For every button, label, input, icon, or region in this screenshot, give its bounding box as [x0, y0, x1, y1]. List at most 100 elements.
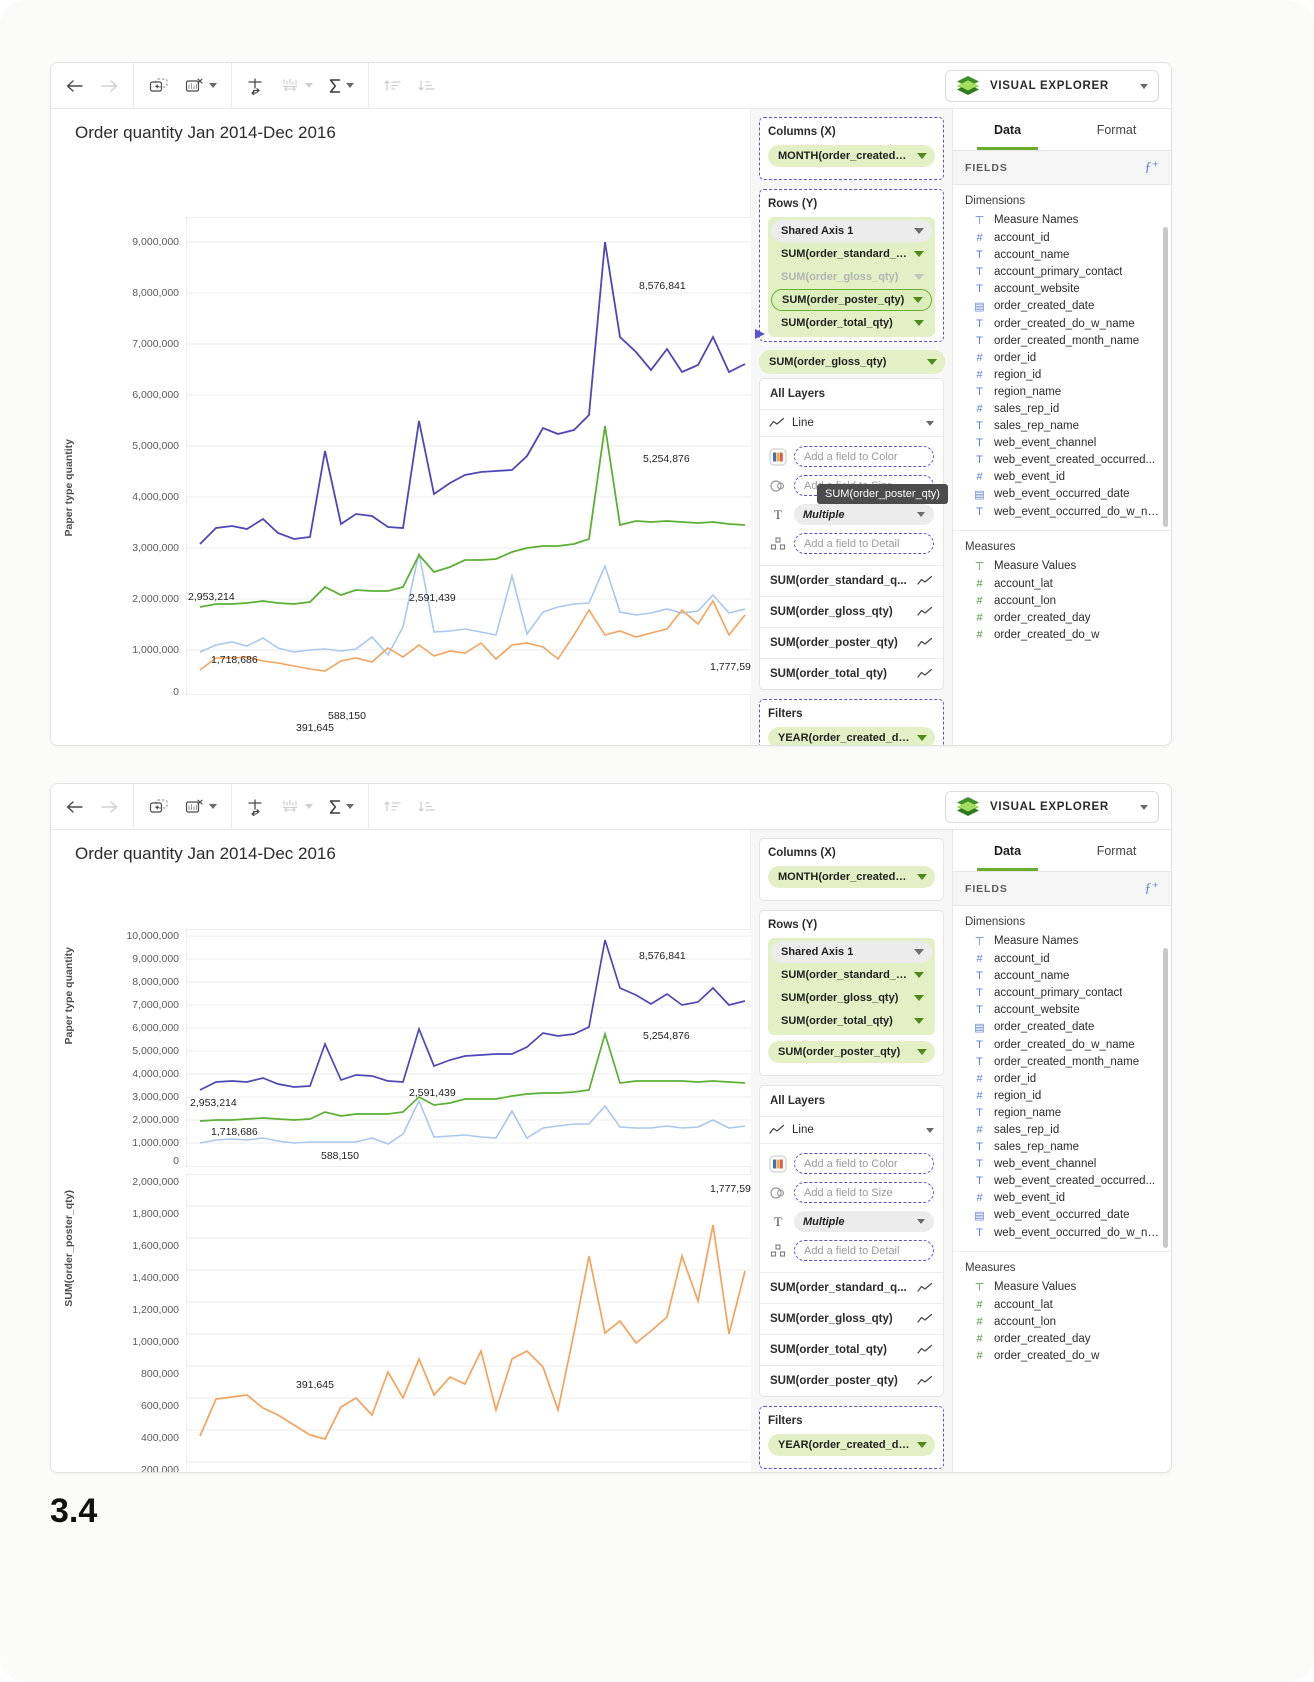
layer-item-standard-qty[interactable]: SUM(order_standard_q... — [760, 1272, 943, 1303]
rows-shelf-title: Rows (Y) — [768, 198, 818, 210]
back-arrow-icon[interactable] — [65, 78, 85, 94]
size-field-slot[interactable]: Add a field to Size — [794, 1182, 934, 1203]
fields-scrollbar[interactable] — [1163, 948, 1168, 1248]
text-field-slot[interactable]: Multiple — [794, 504, 934, 525]
filter-chip-year[interactable]: YEAR(order_created_date) — [768, 1434, 935, 1456]
chevron-down-icon[interactable] — [1140, 804, 1148, 810]
x-tick: Mar 2016 — [619, 745, 631, 746]
fields-panel-2: Data Format FIELDS ƒ⁺ Dimensions ⊤ Measur… — [953, 830, 1171, 1472]
chevron-down-icon[interactable] — [917, 1049, 927, 1055]
layer-item-poster-qty[interactable]: SUM(order_poster_qty) — [760, 1365, 943, 1396]
rows-chip-standard-qty[interactable]: SUM(order_standard_qty) — [771, 964, 932, 986]
rows-shelf-2[interactable]: Rows (Y) Shared Axis 1 SUM(order_standar… — [759, 910, 944, 1076]
rows-chip-poster-qty-separate[interactable]: SUM(order_poster_qty) — [768, 1041, 935, 1063]
sort-ascending-icon — [383, 799, 403, 815]
filters-shelf-1[interactable]: Filters YEAR(order_created_date) — [759, 699, 944, 745]
back-arrow-icon[interactable] — [65, 799, 85, 815]
chevron-down-icon[interactable] — [914, 228, 924, 234]
rows-chip-total-qty[interactable]: SUM(order_total_qty) — [771, 1010, 932, 1032]
tab-format[interactable]: Format — [1062, 109, 1171, 150]
visual-explorer-menu[interactable]: VISUAL EXPLORER — [945, 70, 1159, 102]
chevron-down-icon[interactable] — [917, 1442, 927, 1448]
fields-tabs-2: Data Format — [953, 830, 1171, 872]
chevron-down-icon[interactable] — [346, 804, 354, 809]
field-row: Tregion_name — [953, 1104, 1171, 1121]
chevron-down-icon[interactable] — [1140, 83, 1148, 89]
chevron-down-icon[interactable] — [927, 359, 937, 365]
fields-scrollbar[interactable] — [1163, 227, 1168, 527]
layer-item-gloss-qty[interactable]: SUM(order_gloss_qty) — [760, 596, 943, 627]
field-row: ▤ order_created_date — [974, 1021, 1095, 1034]
swap-axes-icon[interactable] — [246, 798, 266, 816]
text-field-slot[interactable]: Multiple — [794, 1211, 934, 1232]
layer-item-standard-qty[interactable]: SUM(order_standard_q... — [760, 565, 943, 596]
totals-sigma-icon[interactable] — [327, 798, 354, 816]
data-label: 1,777,598 — [710, 661, 757, 673]
chevron-down-icon[interactable] — [926, 1127, 934, 1133]
layer-item-total-qty[interactable]: SUM(order_total_qty) — [760, 658, 943, 689]
columns-chip-month[interactable]: MONTH(order_created_d... — [768, 866, 935, 888]
rows-shelf-1[interactable]: Rows (Y) Shared Axis 1 SUM(order_standar… — [755, 189, 944, 342]
rows-chip-total-qty[interactable]: SUM(order_total_qty) — [771, 312, 932, 334]
y-tick: 800,000 — [141, 1368, 179, 1380]
filter-chip-year[interactable]: YEAR(order_created_date) — [768, 727, 935, 745]
field-row: # region_id — [953, 1087, 1171, 1104]
shared-axis-chip[interactable]: Shared Axis 1 — [771, 941, 932, 963]
dragged-chip-gloss-qty[interactable]: SUM(order_gloss_qty) — [759, 350, 945, 374]
chevron-down-icon[interactable] — [209, 804, 217, 809]
chevron-down-icon[interactable] — [917, 874, 927, 880]
add-calculation-icon[interactable]: ƒ⁺ — [1145, 880, 1159, 897]
add-visual-icon[interactable] — [148, 798, 170, 816]
color-field-slot[interactable]: Add a field to Color — [794, 1153, 934, 1174]
totals-sigma-icon[interactable] — [327, 77, 354, 95]
shared-axis-stack-2[interactable]: Shared Axis 1 SUM(order_standard_qty) SU… — [768, 938, 935, 1035]
chevron-down-icon[interactable] — [917, 735, 927, 741]
rows-chip-poster-qty[interactable]: SUM(order_poster_qty) — [771, 289, 932, 311]
chevron-down-icon[interactable] — [914, 274, 924, 280]
chevron-down-icon[interactable] — [917, 512, 925, 517]
remove-visual-icon[interactable] — [184, 798, 217, 816]
chevron-down-icon[interactable] — [917, 153, 927, 159]
detail-field-slot[interactable]: Add a field to Detail — [794, 1240, 934, 1261]
filters-shelf-2[interactable]: Filters YEAR(order_created_date) — [759, 1406, 944, 1469]
add-visual-icon[interactable] — [148, 77, 170, 95]
dimensions-group-title: Dimensions — [965, 916, 1026, 928]
chevron-down-icon[interactable] — [346, 83, 354, 88]
remove-visual-icon[interactable] — [184, 77, 217, 95]
add-calculation-icon[interactable]: ƒ⁺ — [1145, 159, 1159, 176]
mark-type-selector-2[interactable]: Line — [760, 1117, 943, 1144]
chevron-down-icon[interactable] — [209, 83, 217, 88]
layer-item-gloss-qty[interactable]: SUM(order_gloss_qty) — [760, 1303, 943, 1334]
shared-axis-stack-1[interactable]: Shared Axis 1 SUM(order_standard_qty) SU… — [768, 217, 935, 337]
layer-item-total-qty[interactable]: SUM(order_total_qty) — [760, 1334, 943, 1365]
chevron-down-icon[interactable] — [914, 1018, 924, 1024]
chevron-down-icon[interactable] — [914, 972, 924, 978]
tab-format[interactable]: Format — [1062, 830, 1171, 871]
chevron-down-icon[interactable] — [914, 320, 924, 326]
columns-shelf-2[interactable]: Columns (X) MONTH(order_created_d... — [759, 838, 944, 901]
chevron-down-icon[interactable] — [917, 1219, 925, 1224]
chevron-down-icon[interactable] — [914, 995, 924, 1001]
columns-shelf-1[interactable]: Columns (X) MONTH(order_created_d... — [759, 117, 944, 180]
text-icon: T — [976, 1038, 983, 1051]
chevron-down-icon[interactable] — [914, 251, 924, 257]
tab-data[interactable]: Data — [953, 109, 1062, 150]
layer-item-poster-qty[interactable]: SUM(order_poster_qty) — [760, 627, 943, 658]
fields-list-2[interactable]: Dimensions ⊤ Measure Names # account_id Ta… — [953, 906, 1171, 1464]
rows-chip-gloss-qty[interactable]: SUM(order_gloss_qty) — [771, 987, 932, 1009]
chevron-down-icon[interactable] — [914, 949, 924, 955]
field-row: Tweb_event_channel — [953, 434, 1171, 451]
mark-type-selector-1[interactable]: Line — [760, 410, 943, 437]
rows-chip-gloss-qty-placeholder[interactable]: SUM(order_gloss_qty) — [771, 266, 932, 288]
tab-data[interactable]: Data — [953, 830, 1062, 871]
detail-field-slot[interactable]: Add a field to Detail — [794, 533, 934, 554]
visual-explorer-menu-2[interactable]: VISUAL EXPLORER — [945, 791, 1159, 823]
columns-chip-month[interactable]: MONTH(order_created_d... — [768, 145, 935, 167]
swap-axes-icon[interactable] — [246, 77, 266, 95]
chevron-down-icon[interactable] — [913, 297, 923, 303]
chevron-down-icon[interactable] — [926, 420, 934, 426]
fields-list-1[interactable]: Dimensions ⊤ Measure Names # account_id Ta… — [953, 185, 1171, 737]
rows-chip-standard-qty[interactable]: SUM(order_standard_qty) — [771, 243, 932, 265]
shared-axis-chip[interactable]: Shared Axis 1 — [771, 220, 932, 242]
color-field-slot[interactable]: Add a field to Color — [794, 446, 934, 467]
